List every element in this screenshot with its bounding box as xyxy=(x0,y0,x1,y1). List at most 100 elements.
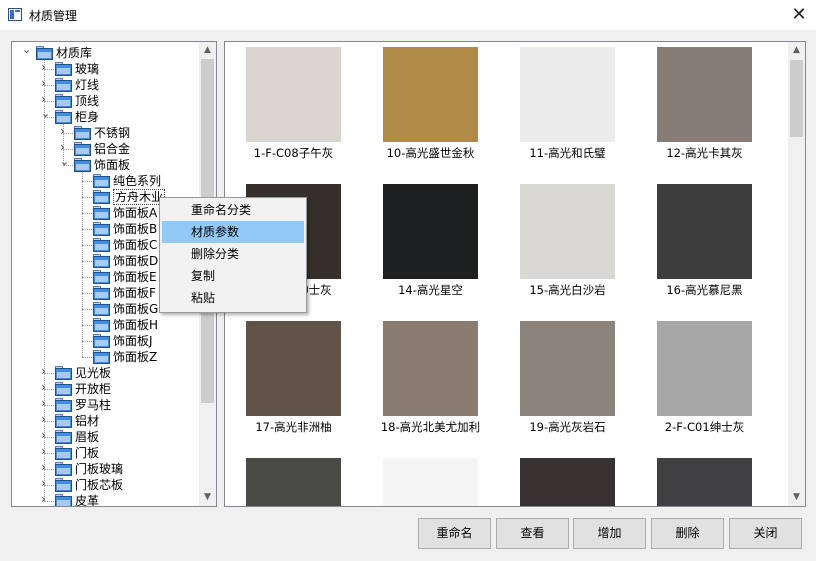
tree-connector xyxy=(82,341,92,342)
app-icon xyxy=(8,8,22,21)
add-button[interactable]: 增加 xyxy=(573,518,646,549)
tree-item[interactable]: 纯色系列 xyxy=(12,173,199,189)
expand-chevron-icon[interactable]: › xyxy=(41,445,49,457)
material-swatch[interactable] xyxy=(657,321,752,416)
view-button[interactable]: 查看 xyxy=(496,518,569,549)
tree-scroll-down-button[interactable]: ▼ xyxy=(199,489,216,506)
window-title: 材质管理 xyxy=(29,9,78,23)
tree-item[interactable]: › 罗马柱 xyxy=(12,397,199,413)
collapse-chevron-icon[interactable]: ⌄ xyxy=(22,44,31,55)
menu-item-delete-category[interactable]: 删除分类 xyxy=(162,243,304,265)
material-swatch[interactable] xyxy=(246,458,341,506)
material-swatch[interactable] xyxy=(520,47,615,142)
menu-item-rename-category[interactable]: 重命名分类 xyxy=(162,199,304,221)
grid-scrollbar[interactable]: ▲ ▼ xyxy=(788,42,805,506)
tree-item-label: 罗马柱 xyxy=(75,398,112,412)
tree-item-label: 不锈钢 xyxy=(94,126,131,140)
tree-item[interactable]: ⌄ 材质库 xyxy=(12,44,199,61)
material-swatch[interactable] xyxy=(657,47,752,142)
menu-item-copy[interactable]: 复制 xyxy=(162,265,304,287)
material-swatch[interactable] xyxy=(383,321,478,416)
tree-item[interactable]: 饰面板Z xyxy=(12,349,199,365)
folder-icon xyxy=(55,110,72,124)
close-window-button[interactable]: ✕ xyxy=(786,2,812,28)
folder-icon xyxy=(93,222,110,236)
tree-connector xyxy=(82,245,92,246)
tree-item[interactable]: › 铝材 xyxy=(12,413,199,429)
expand-chevron-icon[interactable]: › xyxy=(41,93,49,105)
tree-item[interactable]: › 铝合金 xyxy=(12,141,199,157)
tree-item-label: 饰面板F xyxy=(113,286,156,300)
expand-chevron-icon[interactable]: › xyxy=(41,77,49,89)
tree-item[interactable]: › 门板 xyxy=(12,445,199,461)
grid-scroll-up-button[interactable]: ▲ xyxy=(788,42,805,59)
material-swatch[interactable] xyxy=(657,458,752,506)
material-label: 16-高光慕尼黑 xyxy=(666,283,743,297)
expand-chevron-icon[interactable]: › xyxy=(41,477,49,489)
expand-chevron-icon[interactable]: › xyxy=(41,429,49,441)
folder-icon xyxy=(55,462,72,476)
tree-item[interactable]: › 开放柜 xyxy=(12,381,199,397)
tree-item[interactable]: 饰面板J xyxy=(12,333,199,349)
tree-item[interactable]: › 灯线 xyxy=(12,77,199,93)
folder-icon xyxy=(93,206,110,220)
tree-item[interactable]: › 皮革 xyxy=(12,493,199,506)
material-swatch[interactable] xyxy=(246,321,341,416)
rename-button[interactable]: 重命名 xyxy=(418,518,491,549)
material-swatch[interactable] xyxy=(383,458,478,506)
menu-item-material-params[interactable]: 材质参数 xyxy=(162,221,304,243)
tree-item[interactable]: › 不锈钢 xyxy=(12,125,199,141)
tree-item[interactable]: › 眉板 xyxy=(12,429,199,445)
tree-connector xyxy=(44,60,45,501)
folder-icon xyxy=(55,366,72,380)
tree-item[interactable]: ⌄ 柜身 xyxy=(12,108,199,125)
tree-item[interactable]: › 门板玻璃 xyxy=(12,461,199,477)
material-swatch[interactable] xyxy=(520,321,615,416)
tree-item-label: 灯线 xyxy=(75,78,100,92)
material-label: 15-高光白沙岩 xyxy=(529,283,606,297)
tree-item[interactable]: › 门板芯板 xyxy=(12,477,199,493)
tree-item[interactable]: › 玻璃 xyxy=(12,61,199,77)
collapse-chevron-icon[interactable]: ⌄ xyxy=(41,108,50,119)
material-label: 19-高光灰岩石 xyxy=(529,420,606,434)
folder-icon xyxy=(93,174,110,188)
folder-icon xyxy=(55,94,72,108)
tree-item[interactable]: › 见光板 xyxy=(12,365,199,381)
tree-item[interactable]: ⌄ 饰面板 xyxy=(12,156,199,173)
tree-connector xyxy=(82,229,92,230)
folder-icon xyxy=(93,270,110,284)
expand-chevron-icon[interactable]: › xyxy=(41,413,49,425)
material-swatch[interactable] xyxy=(383,47,478,142)
grid-scroll-thumb[interactable] xyxy=(790,60,803,137)
tree-connector xyxy=(82,293,92,294)
close-button[interactable]: 关闭 xyxy=(729,518,802,549)
expand-chevron-icon[interactable]: › xyxy=(41,493,49,505)
expand-chevron-icon[interactable]: › xyxy=(41,461,49,473)
material-swatch[interactable] xyxy=(520,458,615,506)
tree-item-label: 饰面板Z xyxy=(113,350,158,364)
folder-icon xyxy=(93,302,110,316)
material-swatch[interactable] xyxy=(520,184,615,279)
delete-button[interactable]: 删除 xyxy=(651,518,724,549)
expand-chevron-icon[interactable]: › xyxy=(41,61,49,73)
tree-item[interactable]: 饰面板H xyxy=(12,317,199,333)
tree-item-label: 纯色系列 xyxy=(113,174,162,188)
material-label: 2-F-C01绅士灰 xyxy=(664,420,745,434)
tree-scroll-up-button[interactable]: ▲ xyxy=(199,42,216,59)
material-swatch[interactable] xyxy=(246,47,341,142)
expand-chevron-icon[interactable]: › xyxy=(41,397,49,409)
expand-chevron-icon[interactable]: › xyxy=(41,381,49,393)
folder-icon xyxy=(55,78,72,92)
folder-icon xyxy=(93,254,110,268)
material-swatch[interactable] xyxy=(383,184,478,279)
tree-item-label: 玻璃 xyxy=(75,62,100,76)
menu-item-paste[interactable]: 粘贴 xyxy=(162,287,304,309)
collapse-chevron-icon[interactable]: ⌄ xyxy=(60,156,69,167)
tree-item-label: 饰面板 xyxy=(94,158,131,172)
expand-chevron-icon[interactable]: › xyxy=(60,125,68,137)
grid-scroll-down-button[interactable]: ▼ xyxy=(788,489,805,506)
expand-chevron-icon[interactable]: › xyxy=(41,365,49,377)
material-swatch[interactable] xyxy=(657,184,752,279)
folder-icon xyxy=(55,478,72,492)
expand-chevron-icon[interactable]: › xyxy=(60,141,68,153)
